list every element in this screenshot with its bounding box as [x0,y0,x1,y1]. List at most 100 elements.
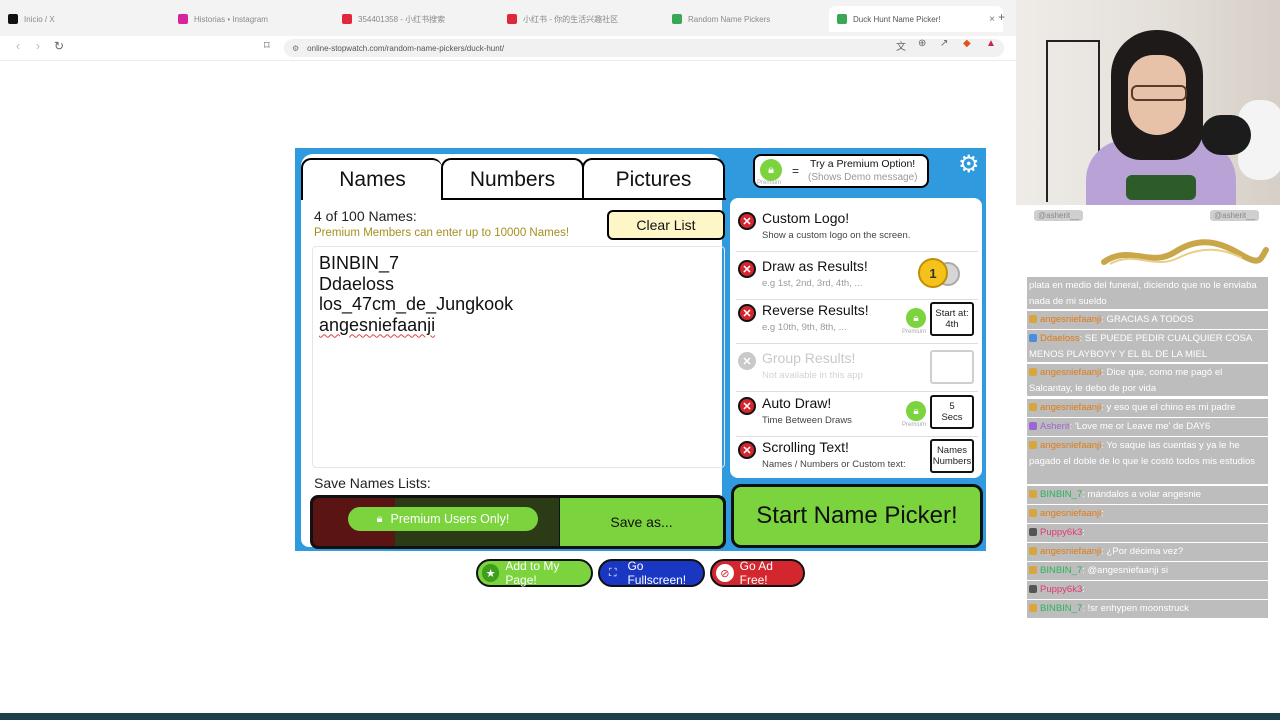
option-scrolling-text[interactable]: ✕ Scrolling Text! Names / Numbers or Cus… [736,439,978,479]
disabled-x-icon: ✕ [738,397,756,415]
seconds-box[interactable]: 5 Secs [930,395,974,429]
forward-arrow-icon[interactable]: › [36,39,40,53]
option-group-results: ✕ Group Results! Not available in this a… [736,350,978,392]
instagram-logo-icon [178,14,188,24]
go-ad-free-button[interactable]: ⊘ Go Ad Free! [710,559,805,587]
stopwatch-logo-icon [837,14,847,24]
divider [736,299,978,300]
site-info-icon[interactable]: ⚙ [292,44,299,53]
chat-username[interactable]: BINBIN_7 [1040,603,1082,614]
chat-text: plata en medio del funeral, diciendo que… [1029,280,1257,307]
chat-username[interactable]: angesniefaanji [1040,314,1101,325]
bookmark-icon[interactable]: ⌑ [264,39,270,52]
chat-username[interactable]: angesniefaanji [1040,508,1101,519]
chat-text: : ¿Por décima vez? [1101,546,1184,557]
chat-message: Puppy6k3: [1027,581,1268,599]
options-panel: ✕ Custom Logo! Show a custom logo on the… [730,198,982,478]
option-title: Custom Logo! [762,210,850,226]
chat-username[interactable]: Ddaeloss [1040,333,1080,344]
browser-tab-x[interactable]: Inicio / X [8,6,158,32]
tab-numbers[interactable]: Numbers [441,158,584,200]
badge-icon [1029,528,1037,536]
tab-pictures[interactable]: Pictures [582,158,725,200]
names-textarea[interactable]: BINBIN_7 Ddaeloss los_47cm_de_Jungkook a… [312,246,725,468]
divider [736,436,978,437]
glasses [1131,85,1187,101]
chat-username[interactable]: Puppy6k3 [1040,584,1082,595]
share-icon[interactable]: ↗ [940,38,948,49]
box-line: Start at: [935,308,969,319]
premium-option-bubble[interactable]: 🔒︎ Premium = Try a Premium Option! (Show… [753,154,929,188]
option-custom-logo[interactable]: ✕ Custom Logo! Show a custom logo on the… [736,210,978,252]
chat-text: : [1082,527,1085,538]
no-ads-icon: ⊘ [716,564,734,582]
chat-message: BINBIN_7: !sr enhypen moonstruck [1027,600,1268,618]
name-picker-widget: Names Numbers Pictures 4 of 100 Names: P… [295,148,986,551]
crown-badge-icon [1029,490,1037,498]
scroll-source-box[interactable]: Names Numbers [930,439,974,473]
translate-icon[interactable]: 文 [896,38,906,53]
box-line: 5 [949,401,955,412]
lock-icon: 🔒︎ [376,512,383,525]
disabled-x-icon: ✕ [738,441,756,459]
chat-username[interactable]: Puppy6k3 [1040,527,1082,538]
tab-title: Random Name Pickers [688,14,771,24]
premium-users-only-badge[interactable]: 🔒︎ Premium Users Only! [348,507,538,531]
premium-lock-icon: 🔒︎ [906,308,926,328]
lock-icon: 🔒︎ [760,159,782,181]
chat-text: : y eso que el chino es mi padre [1101,402,1236,413]
rewards-icon[interactable]: ▲ [986,38,996,49]
gold-medal-icon: 1 [918,258,948,288]
chat-username[interactable]: Asherit [1040,421,1070,432]
chat-username[interactable]: BINBIN_7 [1040,489,1082,500]
crown-badge-icon [1029,403,1037,411]
reload-icon[interactable]: ↻ [54,39,64,53]
go-fullscreen-button[interactable]: ⛶ Go Fullscreen! [598,559,705,587]
browser-tab-random-name-pickers[interactable]: Random Name Pickers [672,6,822,32]
taskbar-strip [0,713,1280,720]
zoom-icon[interactable]: ⊕ [918,38,926,49]
save-as-button[interactable]: Save as... [560,498,723,546]
settings-gear-icon[interactable]: ⚙ [958,150,980,179]
start-at-box[interactable]: Start at: 4th [930,302,974,336]
url-text: online-stopwatch.com/random-name-pickers… [307,43,505,53]
chat-username[interactable]: angesniefaanji [1040,367,1101,378]
back-arrow-icon[interactable]: ‹ [16,39,20,53]
disabled-x-icon: ✕ [738,352,756,370]
premium-only-label: Premium Users Only! [390,512,510,526]
crown-badge-icon [1029,441,1037,449]
fullscreen-icon: ⛶ [608,566,617,579]
browser-tab-xiaohongshu-search[interactable]: 354401358 - 小红书搜索 [342,6,492,32]
crown-badge-icon [1029,315,1037,323]
close-tab-icon[interactable]: × [989,14,995,25]
premium-lock-icon: 🔒︎ [906,401,926,421]
browser-tab-xiaohongshu[interactable]: 小红书 - 你的生活兴趣社区 [507,6,657,32]
crown-badge-icon [1029,566,1037,574]
option-reverse-results[interactable]: ✕ Reverse Results! e.g 10th, 9th, 8th, .… [736,302,978,344]
shirt-print [1126,175,1196,200]
brave-shield-icon[interactable]: ◆ [963,38,971,49]
browser-tab-duck-hunt[interactable]: Duck Hunt Name Picker! × [829,6,1003,32]
chat-username[interactable]: angesniefaanji [1040,440,1101,451]
chat-username[interactable]: angesniefaanji [1040,402,1101,413]
browser-tab-bar: Inicio / X Historias • Instagram 3544013… [0,0,1016,37]
clear-list-button[interactable]: Clear List [607,210,725,240]
box-line: Numbers [932,456,972,467]
add-to-my-page-button[interactable]: ★ Add to My Page! [476,559,593,587]
start-name-picker-button[interactable]: Start Name Picker! [731,484,983,548]
chat-username[interactable]: BINBIN_7 [1040,565,1082,576]
option-title: Draw as Results! [762,258,868,274]
new-tab-icon[interactable]: + [998,10,1005,24]
chat-message: Puppy6k3: [1027,524,1268,542]
browser-tab-instagram[interactable]: Historias • Instagram [178,6,328,32]
button-label: Go Ad Free! [739,559,773,587]
option-title: Group Results! [762,350,856,366]
dragon-decoration [1101,239,1269,265]
chat-username[interactable]: angesniefaanji [1040,546,1101,557]
option-auto-draw[interactable]: ✕ Auto Draw! Time Between Draws 🔒︎ Premi… [736,395,978,437]
premium-subtitle: (Shows Demo message) [808,172,918,183]
tab-names[interactable]: Names [301,158,442,200]
microphone [1201,115,1251,155]
option-draw-as-results[interactable]: ✕ Draw as Results! e.g 1st, 2nd, 3rd, 4t… [736,258,978,300]
name-entry: los_47cm_de_Jungkook [319,294,514,314]
